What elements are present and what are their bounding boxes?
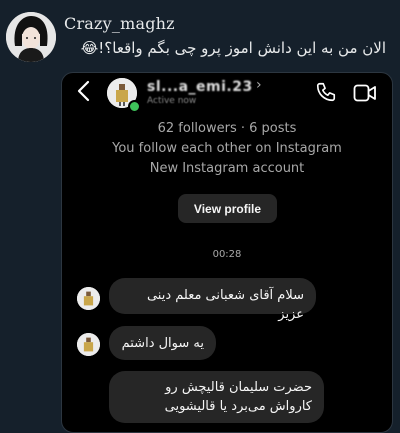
- message-timestamp: 00:28: [212, 249, 242, 260]
- sender-avatar: [77, 333, 100, 356]
- chat-message: حضرت سلیمان قالیچش رو کارواش می‌برد یا ق…: [109, 371, 324, 423]
- chat-message: یه سوال داشتم: [109, 326, 216, 360]
- tweet-text: الان من به این دانش اموز پرو چی بگم واقع…: [80, 39, 386, 57]
- online-status-indicator: [128, 100, 141, 113]
- video-call-icon[interactable]: [353, 83, 377, 103]
- tweet-avatar[interactable]: [6, 12, 56, 62]
- phone-call-icon[interactable]: [315, 81, 337, 103]
- follower-stats: 62 followers · 6 posts: [157, 121, 297, 136]
- chat-header: sl...a_emi.23 › Active now: [62, 73, 392, 113]
- account-note: New Instagram account: [149, 161, 305, 176]
- sender-avatar: [77, 287, 100, 310]
- back-arrow-icon[interactable]: [74, 79, 94, 103]
- tweet-header: Crazy_maghz الان من به این دانش اموز پرو…: [0, 0, 400, 75]
- tweet-username[interactable]: Crazy_maghz: [64, 14, 175, 33]
- view-profile-button[interactable]: View profile: [178, 194, 277, 223]
- chat-message: سلام آقای شعبانی معلم دینی عزیز: [109, 278, 316, 322]
- follow-status: You follow each other on Instagram: [112, 141, 342, 156]
- chevron-right-icon[interactable]: ›: [256, 77, 262, 93]
- chat-screenshot: sl...a_emi.23 › Active now 62 followers …: [61, 72, 393, 433]
- active-status: Active now: [147, 96, 197, 106]
- chat-username[interactable]: sl...a_emi.23: [147, 79, 253, 95]
